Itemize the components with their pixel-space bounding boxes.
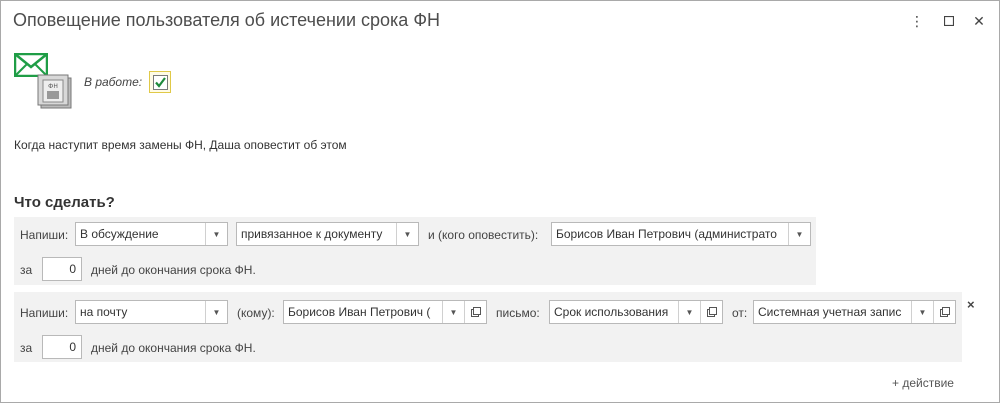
za-label: за	[20, 341, 33, 355]
from-label: от:	[732, 306, 748, 320]
notify-user-value: Борисов Иван Петрович (администрато	[556, 227, 777, 241]
chevron-down-icon[interactable]: ▼	[788, 223, 810, 245]
recipient-select[interactable]: Борисов Иван Петрович ( ▼	[283, 300, 487, 324]
add-action-link[interactable]: + действие	[892, 376, 954, 390]
days-input[interactable]: 0	[42, 335, 82, 359]
chevron-down-icon[interactable]: ▼	[205, 223, 227, 245]
letter-label: письмо:	[496, 306, 540, 320]
more-menu-icon[interactable]: ⋮	[907, 11, 927, 31]
days-label: дней до окончания срока ФН.	[91, 263, 256, 277]
write-target-value: В обсуждение	[80, 227, 159, 241]
fiscal-drive-icon: ФН	[37, 74, 73, 113]
chevron-down-icon[interactable]: ▼	[911, 301, 933, 323]
close-icon[interactable]: ✕	[969, 11, 989, 31]
in-work-label: В работе:	[84, 75, 143, 89]
open-icon[interactable]	[933, 301, 955, 323]
attached-value: привязанное к документу	[241, 227, 383, 241]
window-title: Оповещение пользователя об истечении сро…	[13, 10, 440, 30]
checkmark-icon	[154, 76, 166, 88]
za-label: за	[20, 263, 33, 277]
chevron-down-icon[interactable]: ▼	[205, 301, 227, 323]
remove-action-icon[interactable]: ×	[967, 297, 975, 312]
write-label: Напиши:	[20, 306, 69, 320]
open-icon[interactable]	[700, 301, 722, 323]
notify-user-select[interactable]: Борисов Иван Петрович (администрато ▼	[551, 222, 811, 246]
sender-account-value: Системная учетная запис	[758, 305, 902, 319]
section-title: Что сделать?	[14, 194, 115, 211]
recipient-value: Борисов Иван Петрович (	[288, 305, 431, 319]
maximize-icon[interactable]	[939, 11, 959, 31]
notify-label: и (кого оповестить):	[428, 228, 539, 242]
chevron-down-icon[interactable]: ▼	[678, 301, 700, 323]
write-target-select[interactable]: на почту ▼	[75, 300, 228, 324]
sender-account-select[interactable]: Системная учетная запис ▼	[753, 300, 956, 324]
chevron-down-icon[interactable]: ▼	[442, 301, 464, 323]
days-input[interactable]: 0	[42, 257, 82, 281]
info-text: Когда наступит время замены ФН, Даша опо…	[14, 138, 347, 152]
to-label: (кому):	[237, 306, 275, 320]
in-work-checkbox[interactable]	[149, 71, 171, 93]
attached-select[interactable]: привязанное к документу ▼	[236, 222, 419, 246]
open-icon[interactable]	[464, 301, 486, 323]
write-target-value: на почту	[80, 305, 128, 319]
write-label: Напиши:	[20, 228, 69, 242]
svg-text:ФН: ФН	[48, 83, 58, 90]
dialog-window: Оповещение пользователя об истечении сро…	[0, 0, 1000, 403]
letter-template-select[interactable]: Срок использования ▼	[549, 300, 723, 324]
write-target-select[interactable]: В обсуждение ▼	[75, 222, 228, 246]
chevron-down-icon[interactable]: ▼	[396, 223, 418, 245]
letter-template-value: Срок использования	[554, 305, 669, 319]
days-label: дней до окончания срока ФН.	[91, 341, 256, 355]
